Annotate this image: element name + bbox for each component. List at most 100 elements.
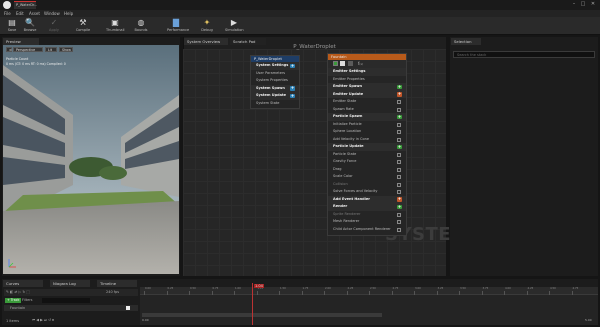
menu-asset[interactable]: Asset — [29, 11, 40, 16]
system_node-row[interactable]: User Parameters — [251, 70, 299, 78]
menu-file[interactable]: File — [4, 11, 11, 16]
emitter_node-row[interactable]: Sprite Renderer — [328, 211, 406, 219]
menu-edit[interactable]: Edit — [16, 11, 24, 16]
module-enabled-checkbox[interactable] — [397, 190, 401, 194]
timeline-fps[interactable]: 240 fps — [106, 290, 119, 294]
menu-window[interactable]: Window — [44, 11, 60, 16]
transport-controls-icon[interactable]: ⏮ ◀ ▶ ⏭ ↺ ⏺ — [32, 318, 54, 322]
emitter_node-row[interactable]: Sphere Location — [328, 128, 406, 136]
module-enabled-checkbox[interactable] — [397, 100, 401, 104]
simulation-button[interactable]: ▶ Simulation — [225, 18, 244, 34]
track-search-input[interactable] — [42, 298, 90, 303]
system-node[interactable]: P_WaterDroplet System Settings + User Para… — [250, 55, 300, 109]
close-button[interactable]: ✕ — [590, 1, 596, 7]
module-enabled-checkbox[interactable] — [397, 137, 401, 142]
module-enabled-checkbox[interactable] — [397, 152, 401, 157]
compile-button[interactable]: ⚒ Compile — [74, 18, 92, 34]
tab-niagara-log[interactable]: Niagara Log — [50, 280, 90, 287]
tab-curves[interactable]: Curves — [3, 280, 43, 287]
tab-selection[interactable]: Selection — [451, 38, 481, 45]
debug-button[interactable]: ✦ Debug — [198, 18, 216, 34]
save-button[interactable]: ▤ Save — [3, 18, 21, 34]
emitter_node-row[interactable]: Solve Forces and Velocity — [328, 188, 406, 196]
emitter_node-row[interactable]: Particle Spawn + — [328, 113, 406, 121]
add-module-button[interactable]: + — [397, 91, 402, 97]
bounds-button[interactable]: ◍ Bounds — [132, 18, 150, 34]
viewport-options-button[interactable]: ≡ — [6, 47, 12, 52]
emitter_node-row[interactable]: Render + — [328, 203, 406, 211]
emitter_node-row[interactable]: Mesh Renderer — [328, 218, 406, 226]
emitter_node-row[interactable]: Drag — [328, 166, 406, 174]
track-enabled-checkbox[interactable] — [126, 306, 130, 310]
emitter_node-row[interactable]: Emitter Properties — [328, 76, 406, 84]
emitter_node-row[interactable]: Emitter Settings — [328, 68, 406, 76]
module-enabled-checkbox[interactable] — [397, 182, 401, 187]
timeline-tools-icon[interactable]: ✎ ◧ ⇄ ▷ ↻ ⬚ — [6, 290, 30, 294]
ruler-tick — [346, 291, 348, 295]
system_node-row[interactable]: System Update + — [251, 92, 299, 100]
emitter-options-icon[interactable]: f₍ₓ₎ — [358, 61, 363, 66]
filters-dropdown[interactable]: Filters — [22, 298, 33, 302]
emitter_node-row[interactable]: Initialize Particle — [328, 121, 406, 129]
emitter_node-row[interactable]: Scale Color — [328, 173, 406, 181]
simulation-icon: ▶ — [230, 18, 238, 27]
playhead[interactable] — [252, 283, 253, 325]
emitter_node-row[interactable]: Emitter Spawn + — [328, 83, 406, 91]
add-module-button[interactable]: + — [290, 93, 295, 98]
performance-button[interactable]: ▇ Performance — [167, 18, 189, 34]
show-button[interactable]: Show — [59, 47, 73, 52]
add-track-button[interactable]: + Track — [5, 298, 22, 303]
module-enabled-checkbox[interactable] — [397, 175, 401, 179]
apply-button[interactable]: ✓ Apply — [45, 18, 63, 34]
emitter_node-row[interactable]: Spawn Rate — [328, 106, 406, 114]
maximize-button[interactable]: □ — [580, 1, 586, 7]
system_node-row[interactable]: System Settings + — [251, 62, 299, 70]
emitter-isolate-icon[interactable] — [348, 61, 353, 66]
emitter_node-row[interactable]: Collision — [328, 181, 406, 189]
lit-button[interactable]: Lit — [45, 47, 57, 52]
thumbnail-button[interactable]: ▣ Thumbnail — [106, 18, 125, 34]
emitter_node-row[interactable]: Child Actor Component Renderer — [328, 226, 406, 234]
track-row[interactable]: Fountain — [4, 305, 138, 311]
module-enabled-checkbox[interactable] — [397, 122, 401, 127]
add-module-button[interactable]: + — [397, 144, 402, 149]
timeline-ruler[interactable]: 0.00 0.25 0.50 0.75 1.00 1.25 1.50 1.75 2.00 2.25… — [140, 287, 598, 295]
add-module-button[interactable]: + — [397, 196, 402, 202]
menu-help[interactable]: Help — [64, 11, 73, 16]
emitter_node-row[interactable]: Emitter Update + — [328, 90, 406, 98]
emitter_node-row[interactable]: Particle State — [328, 151, 406, 159]
system_node-row[interactable]: System Properties — [251, 77, 299, 85]
tab-preview[interactable]: Preview — [3, 38, 39, 45]
system_node-row[interactable]: System State — [251, 100, 299, 108]
module-enabled-checkbox[interactable] — [397, 167, 401, 172]
emitter_node-row[interactable]: Gravity Force — [328, 158, 406, 166]
timeline-scrollbar[interactable] — [142, 313, 382, 317]
document-tab[interactable]: P_WaterDr... — [14, 1, 37, 9]
module-enabled-checkbox[interactable] — [397, 107, 401, 112]
perspective-button[interactable]: Perspective — [13, 47, 43, 52]
browse-button[interactable]: 🔍 Browse — [21, 18, 39, 34]
emitter_node-row[interactable]: Add Event Handler + — [328, 195, 406, 203]
tab-timeline[interactable]: Timeline — [97, 280, 137, 287]
emitter_node-row[interactable]: Particle Update + — [328, 143, 406, 151]
add-module-button[interactable]: + — [290, 85, 295, 91]
add-module-button[interactable]: + — [397, 84, 402, 89]
add-module-button[interactable]: + — [397, 204, 402, 209]
module-enabled-checkbox[interactable] — [397, 227, 401, 232]
module-enabled-checkbox[interactable] — [397, 212, 401, 217]
emitter_node-row[interactable]: Add Velocity in Cone — [328, 136, 406, 144]
module-enabled-checkbox[interactable] — [397, 130, 401, 134]
selection-search-input[interactable]: Search the stack — [453, 51, 595, 58]
add-module-button[interactable]: + — [290, 63, 295, 68]
minimize-button[interactable]: – — [571, 1, 577, 7]
module-enabled-checkbox[interactable] — [397, 220, 401, 224]
emitter-node[interactable]: Fountain f₍ₓ₎ Emitter Settings Emitter Pr… — [327, 53, 407, 236]
emitter_node-row-label: Particle Update — [333, 144, 364, 148]
unreal-logo-icon — [3, 1, 11, 9]
emitter_node-row[interactable]: Emitter State — [328, 98, 406, 106]
system_node-row[interactable]: System Spawn + — [251, 84, 299, 92]
module-enabled-checkbox[interactable] — [397, 160, 401, 164]
add-module-button[interactable]: + — [397, 114, 402, 119]
emitter-enabled-checkbox[interactable] — [333, 61, 338, 66]
preview-viewport[interactable]: ≡ Perspective Lit Show Particle Count 0 … — [3, 45, 179, 274]
